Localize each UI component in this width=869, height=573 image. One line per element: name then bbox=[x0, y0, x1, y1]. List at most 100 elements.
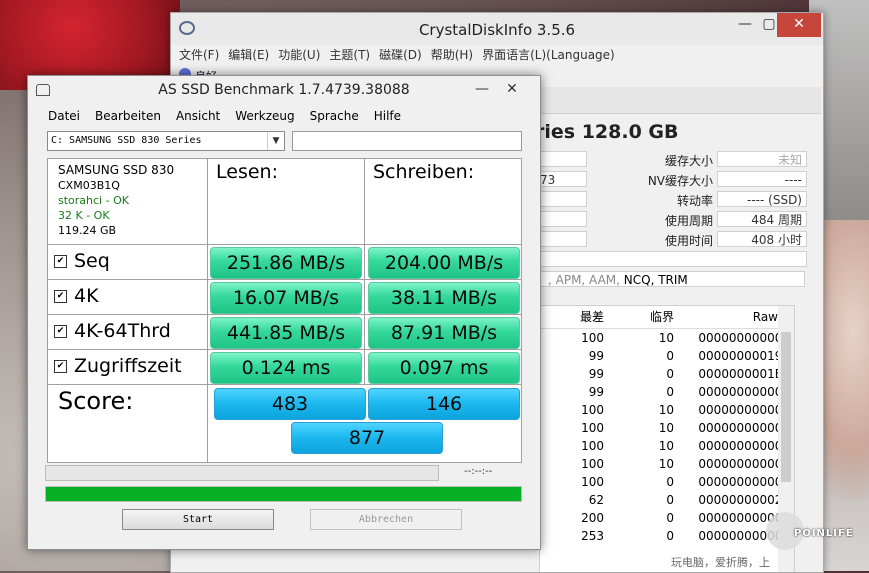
cell-raw: 000000000198 bbox=[698, 349, 790, 363]
cdi-menu-disk[interactable]: 磁碟(D) bbox=[379, 45, 422, 65]
header-threshold[interactable]: 临界 bbox=[610, 306, 678, 328]
table-row[interactable]: 100 10 000000000000 bbox=[540, 401, 794, 419]
asd-close-icon[interactable]: ✕ bbox=[498, 78, 526, 102]
cell-worst: 200 bbox=[581, 511, 604, 525]
close-icon[interactable]: ✕ bbox=[777, 13, 821, 37]
access-write-value: 0.097 ms bbox=[368, 352, 520, 384]
cdi-menu-function[interactable]: 功能(U) bbox=[278, 45, 320, 65]
cache-size-label: 缓存大小 bbox=[664, 154, 713, 168]
cdi-left-field-3 bbox=[539, 191, 587, 207]
asd-title: AS SSD Benchmark 1.7.4739.38088 bbox=[158, 82, 410, 98]
cell-worst: 62 bbox=[588, 493, 604, 507]
cell-worst: 99 bbox=[588, 349, 604, 363]
access-time-checkbox[interactable]: ✔ bbox=[54, 360, 67, 373]
seq-read-cell: 251.86 MB/s bbox=[208, 245, 365, 280]
cdi-menu-language[interactable]: 界面语言(L)(Language) bbox=[482, 45, 615, 65]
cell-threshold: 10 bbox=[658, 403, 674, 417]
power-hours-value: 408 小时 bbox=[717, 231, 807, 247]
asd-menu-ansicht[interactable]: Ansicht bbox=[176, 106, 220, 126]
elapsed-time: --:--:-- bbox=[464, 466, 493, 477]
cdi-model-title: ries 128.0 GB bbox=[535, 121, 679, 143]
cdi-menubar: 文件(F) 编辑(E) 功能(U) 主题(T) 磁碟(D) 帮助(H) 界面语言… bbox=[171, 45, 823, 65]
4k-64thrd-read-cell: 441.85 MB/s bbox=[208, 315, 365, 350]
score-write-value: 146 bbox=[368, 388, 520, 420]
cell-raw: 000000000000 bbox=[698, 403, 790, 417]
cdi-left-field-2: 73 bbox=[539, 171, 587, 187]
cdi-menu-file[interactable]: 文件(F) bbox=[179, 45, 219, 65]
score-read-value: 483 bbox=[214, 388, 366, 420]
4k-label: 4K bbox=[74, 285, 99, 307]
asd-menu-hilfe[interactable]: Hilfe bbox=[374, 106, 401, 126]
asd-info-field[interactable] bbox=[292, 131, 522, 151]
asd-menu-bearbeiten[interactable]: Bearbeiten bbox=[95, 106, 161, 126]
asd-menu-werkzeug[interactable]: Werkzeug bbox=[235, 106, 294, 126]
asd-menubar: Datei Bearbeiten Ansicht Werkzeug Sprach… bbox=[28, 106, 416, 126]
cdi-title: CrystalDiskInfo 3.5.6 bbox=[418, 21, 576, 39]
table-row[interactable]: 99 0 000000000198 bbox=[540, 347, 794, 365]
cdi-left-field-5 bbox=[539, 231, 587, 247]
features-field: , APM, AAM, NCQ, TRIM bbox=[539, 271, 805, 287]
4k-read-value: 16.07 MB/s bbox=[210, 282, 362, 314]
4k-64thrd-write-value: 87.91 MB/s bbox=[368, 317, 520, 349]
asd-menu-sprache[interactable]: Sprache bbox=[310, 106, 359, 126]
table-row[interactable]: 100 10 000000000000 bbox=[540, 437, 794, 455]
4k-write-cell: 38.11 MB/s bbox=[365, 280, 521, 315]
cdi-left-field-1 bbox=[539, 151, 587, 167]
score-cell: 483 146 877 bbox=[208, 385, 521, 462]
seq-label: Seq bbox=[74, 250, 110, 272]
cdi-menu-help[interactable]: 帮助(H) bbox=[431, 45, 473, 65]
start-button[interactable]: Start bbox=[122, 509, 274, 530]
cell-threshold: 0 bbox=[666, 529, 674, 543]
cdi-menu-theme[interactable]: 主题(T) bbox=[329, 45, 370, 65]
header-raw[interactable]: Raw值 bbox=[678, 306, 794, 328]
cell-threshold: 10 bbox=[658, 457, 674, 471]
table-row[interactable]: 99 0 000000000008 bbox=[540, 383, 794, 401]
cancel-button[interactable]: Abbrechen bbox=[310, 509, 462, 530]
cell-raw: 000000000000 bbox=[698, 457, 790, 471]
cell-threshold: 10 bbox=[658, 421, 674, 435]
table-row[interactable]: 100 10 000000000000 bbox=[540, 419, 794, 437]
nv-cache-value: ---- bbox=[717, 171, 807, 187]
table-row[interactable]: 99 0 0000000001E4 bbox=[540, 365, 794, 383]
table-row[interactable]: 100 10 000000000000 bbox=[540, 329, 794, 347]
alignment-status: 32 K - OK bbox=[58, 209, 110, 222]
table-row[interactable]: 100 0 000000000000 bbox=[540, 473, 794, 491]
cdi-menu-edit[interactable]: 编辑(E) bbox=[228, 45, 269, 65]
asd-minimize-icon[interactable]: — bbox=[468, 78, 496, 102]
cell-worst: 100 bbox=[581, 457, 604, 471]
table-row[interactable]: 100 10 000000000000 bbox=[540, 455, 794, 473]
cell-threshold: 0 bbox=[666, 493, 674, 507]
4k-checkbox[interactable]: ✔ bbox=[54, 290, 67, 303]
power-count-label: 使用周期 bbox=[664, 214, 713, 228]
chevron-down-icon[interactable]: ▼ bbox=[267, 132, 284, 150]
cell-threshold: 0 bbox=[666, 475, 674, 489]
drive-info: SAMSUNG SSD 830 CXM03B1Q storahci - OK 3… bbox=[48, 159, 208, 245]
cell-raw: 0000000001E4 bbox=[698, 367, 790, 381]
seq-checkbox[interactable]: ✔ bbox=[54, 255, 67, 268]
cell-worst: 100 bbox=[581, 421, 604, 435]
smart-table-header: 最差 临界 Raw值 bbox=[540, 306, 794, 329]
drive-select-value: C: SAMSUNG SSD 830 Series bbox=[51, 135, 202, 146]
4k-64thrd-write-cell: 87.91 MB/s bbox=[365, 315, 521, 350]
cell-raw: 000000000008 bbox=[698, 385, 790, 399]
4k-64thrd-checkbox[interactable]: ✔ bbox=[54, 325, 67, 338]
access-write-cell: 0.097 ms bbox=[365, 350, 521, 385]
scrollbar-thumb[interactable] bbox=[781, 332, 791, 482]
power-hours-label: 使用时间 bbox=[664, 234, 713, 248]
total-progress-fill bbox=[46, 487, 521, 501]
table-row[interactable]: 62 0 000000000020 bbox=[540, 491, 794, 509]
asd-titlebar[interactable]: AS SSD Benchmark 1.7.4739.38088 — ✕ bbox=[28, 76, 540, 104]
cell-threshold: 0 bbox=[666, 385, 674, 399]
drive-select[interactable]: C: SAMSUNG SSD 830 Series ▼ bbox=[47, 131, 285, 151]
cell-worst: 100 bbox=[581, 475, 604, 489]
rotation-value: ---- (SSD) bbox=[717, 191, 807, 207]
cell-threshold: 0 bbox=[666, 349, 674, 363]
cdi-titlebar[interactable]: CrystalDiskInfo 3.5.6 — ▢ ✕ bbox=[171, 13, 823, 45]
cell-worst: 99 bbox=[588, 367, 604, 381]
cell-threshold: 0 bbox=[666, 511, 674, 525]
header-worst[interactable]: 最差 bbox=[540, 306, 610, 328]
4k-read-cell: 16.07 MB/s bbox=[208, 280, 365, 315]
cell-raw: 000000000000 bbox=[698, 421, 790, 435]
cell-worst: 99 bbox=[588, 385, 604, 399]
asd-menu-datei[interactable]: Datei bbox=[48, 106, 80, 126]
